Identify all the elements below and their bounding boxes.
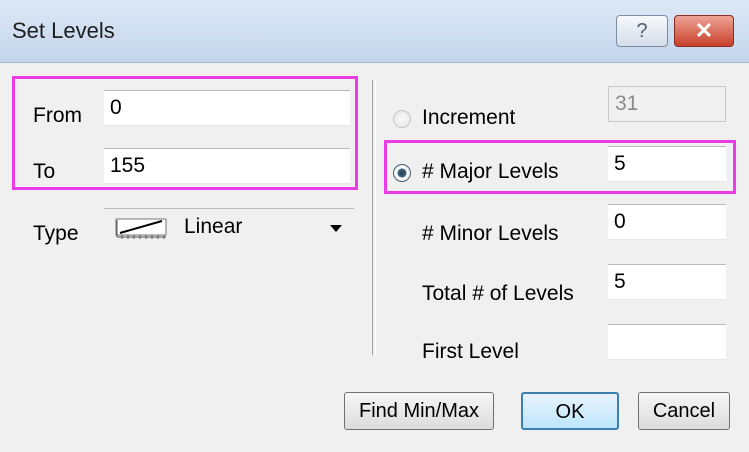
total-levels-label: Total # of Levels — [422, 282, 574, 305]
dialog-title: Set Levels — [12, 18, 115, 43]
type-label: Type — [33, 222, 79, 245]
increment-label: Increment — [422, 106, 516, 129]
type-value: Linear — [184, 215, 243, 238]
ok-button[interactable]: OK — [521, 392, 619, 430]
minor-levels-field[interactable]: 0 — [608, 204, 726, 240]
help-button[interactable]: ? — [616, 15, 668, 47]
major-levels-label: # Major Levels — [422, 160, 559, 183]
to-label: To — [33, 160, 56, 183]
cancel-button[interactable]: Cancel — [638, 392, 730, 430]
first-level-label: First Level — [422, 340, 519, 363]
increment-radio[interactable] — [393, 110, 411, 128]
major-levels-field[interactable]: 5 — [608, 146, 726, 182]
first-level-field[interactable] — [608, 324, 726, 360]
type-dropdown[interactable]: Linear — [104, 208, 354, 245]
find-min-max-button[interactable]: Find Min/Max — [344, 392, 494, 430]
major-levels-radio[interactable] — [393, 164, 411, 182]
minor-levels-label: # Minor Levels — [422, 222, 559, 245]
linear-scale-icon — [115, 218, 167, 239]
increment-field[interactable]: 31 — [608, 86, 726, 122]
total-levels-field[interactable]: 5 — [608, 264, 726, 300]
close-button[interactable]: ✕ — [674, 15, 734, 47]
vertical-separator — [372, 80, 376, 355]
to-field[interactable]: 155 — [104, 148, 350, 184]
from-label: From — [33, 104, 82, 127]
from-field[interactable]: 0 — [104, 90, 350, 126]
chevron-down-icon — [330, 225, 342, 232]
title-bar: Set Levels ? ✕ — [0, 0, 749, 63]
